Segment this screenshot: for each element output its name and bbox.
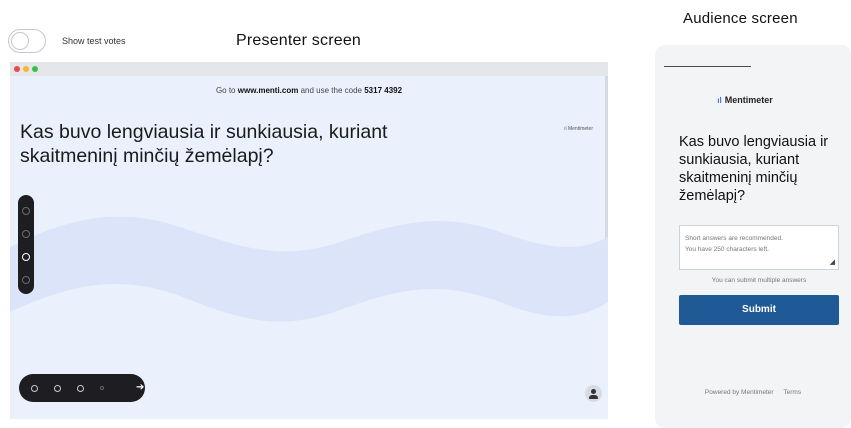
join-code: 5317 4392 [364,86,403,95]
presenter-window: Go to www.menti.com and use the code 531… [10,62,608,419]
placeholder-line-2: You have 250 characters left. [685,246,769,253]
menti-comparison: Show test votes Presenter screen Audienc… [0,0,851,428]
previous-arrow-icon[interactable] [100,386,104,390]
bottom-toolbar: ➔ [19,374,145,402]
mentimeter-logo-text: Mentimeter [724,95,773,105]
audience-question: Kas buvo lengviausia ir sunkiausia, kuri… [679,134,829,204]
powered-by-link[interactable]: Powered by Mentimeter [705,389,774,396]
goto-mid: and use the code [300,86,362,95]
left-toolbar [18,195,34,294]
next-arrow-icon[interactable]: ➔ [136,382,144,393]
goto-prefix: Go to [215,86,236,95]
mentimeter-logo: ıl Mentimeter [655,95,835,105]
window-title-bar [10,62,608,76]
phone-footer: Powered by Mentimeter Terms [655,389,851,396]
resize-handle-icon[interactable]: ◢ [830,258,835,266]
terms-link[interactable]: Terms [783,389,801,396]
maximize-window-dot[interactable] [32,66,38,72]
multiple-answers-note: You can submit multiple answers [711,277,807,284]
presenter-screen-title: Presenter screen [236,32,362,49]
minimize-window-dot[interactable] [23,66,29,72]
timer-icon[interactable] [22,253,30,261]
audience-phone: ıl Mentimeter Kas buvo lengviausia ir sun… [655,45,851,428]
join-url: www.menti.com [237,86,299,95]
decorative-wave [10,216,608,322]
presenter-logo-text: Mentimeter [567,126,593,132]
presenter-question: Kas buvo lengviausia ir sunkiausia, kuri… [20,121,388,167]
participant-avatar-icon[interactable] [585,385,602,402]
power-icon[interactable] [31,385,38,392]
tool-icon-1[interactable] [22,207,30,215]
tool-icon-2[interactable] [22,230,30,238]
submit-button[interactable]: Submit [679,295,839,325]
mentimeter-bars-icon: ıl [717,96,722,105]
answer-textarea[interactable]: Short answers are recommended. You have … [679,225,839,270]
show-test-votes-toggle[interactable] [8,29,46,53]
close-window-dot[interactable] [14,66,20,72]
show-test-votes-label: Show test votes [62,36,126,46]
phone-status-line [664,66,751,67]
audience-screen-title: Audience screen [683,10,798,27]
tool-icon-4[interactable] [22,276,30,284]
join-instructions: Go to www.menti.com and use the code 531… [10,86,608,95]
presenter-logo: ıl Mentimeter [564,126,593,132]
toggle-knob [11,32,29,50]
hide-results-icon[interactable] [54,385,61,392]
placeholder-line-1: Short answers are recommended. [685,235,783,242]
settings-icon[interactable] [77,385,84,392]
